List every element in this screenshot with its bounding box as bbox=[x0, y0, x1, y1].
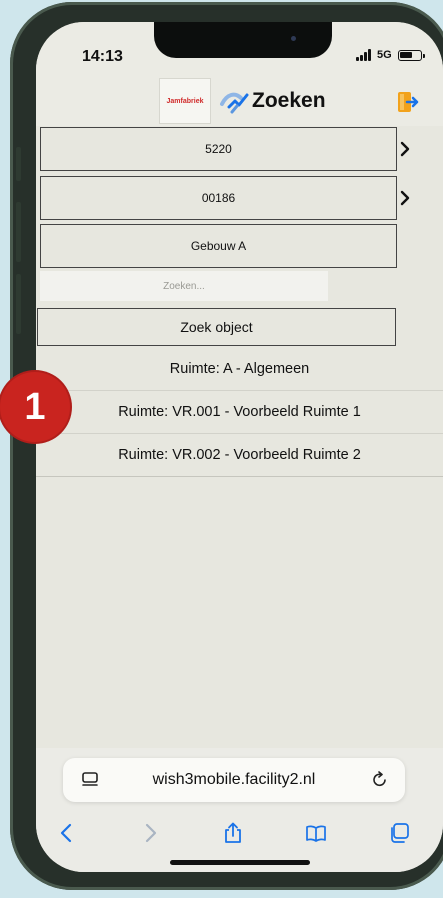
tabs-icon[interactable] bbox=[388, 822, 410, 844]
battery-icon bbox=[397, 49, 425, 61]
list-item-room-vr001[interactable]: Ruimte: VR.001 - Voorbeeld Ruimte 1 bbox=[36, 391, 443, 434]
chevron-right-icon[interactable] bbox=[399, 141, 411, 157]
cellular-signal-icon bbox=[356, 49, 371, 61]
mute-switch bbox=[16, 147, 21, 181]
page-title: Zoeken bbox=[252, 89, 326, 112]
app-header: Jamfabriek Zoeken bbox=[36, 78, 443, 126]
browser-toolbar: wish3mobile.facility2.nl bbox=[36, 748, 443, 872]
building-selector-label: Gebouw A bbox=[190, 239, 247, 253]
volume-up-button bbox=[16, 202, 21, 262]
back-icon[interactable] bbox=[56, 822, 78, 844]
room-label: Ruimte: VR.001 - Voorbeeld Ruimte 1 bbox=[118, 404, 361, 420]
battery-level bbox=[399, 51, 412, 58]
notch bbox=[154, 22, 332, 58]
step-callout-badge: 1 bbox=[0, 372, 70, 442]
status-bar: 14:13 5G bbox=[36, 22, 443, 78]
volume-down-button bbox=[16, 274, 21, 334]
list-item-room-algemeen[interactable]: Ruimte: A - Algemeen bbox=[36, 348, 443, 391]
complex-selector-label: 00186 bbox=[201, 191, 236, 205]
step-number: 1 bbox=[24, 385, 46, 428]
room-list: Ruimte: A - Algemeen Ruimte: VR.001 - Vo… bbox=[36, 348, 443, 477]
chevron-right-icon[interactable] bbox=[399, 190, 411, 206]
brand-logo: Jamfabriek bbox=[159, 78, 211, 124]
search-object-button[interactable]: Zoek object bbox=[37, 308, 396, 346]
bookmarks-icon[interactable] bbox=[305, 822, 327, 844]
brand-logo-text: Jamfabriek bbox=[166, 97, 204, 105]
room-label: Ruimte: A - Algemeen bbox=[169, 361, 310, 377]
front-camera bbox=[291, 36, 296, 41]
screenshot-canvas: 14:13 5G Jamfabriek Zoeken 5220 00186 Ge… bbox=[0, 0, 443, 898]
location-selector[interactable]: 5220 bbox=[40, 127, 397, 171]
network-type: 5G bbox=[377, 49, 392, 61]
logout-icon[interactable] bbox=[396, 90, 420, 114]
location-selector-label: 5220 bbox=[205, 142, 232, 156]
building-selector[interactable]: Gebouw A bbox=[40, 224, 397, 268]
url-text[interactable]: wish3mobile.facility2.nl bbox=[63, 771, 405, 789]
home-indicator bbox=[170, 860, 310, 865]
address-bar[interactable]: wish3mobile.facility2.nl bbox=[63, 758, 405, 802]
phone-screen: 14:13 5G Jamfabriek Zoeken 5220 00186 Ge… bbox=[36, 22, 443, 872]
share-icon[interactable] bbox=[222, 822, 244, 844]
reload-icon[interactable] bbox=[371, 770, 389, 790]
list-item-room-vr002[interactable]: Ruimte: VR.002 - Voorbeeld Ruimte 2 bbox=[36, 434, 443, 477]
complex-selector[interactable]: 00186 bbox=[40, 176, 397, 220]
status-time: 14:13 bbox=[82, 48, 123, 65]
status-indicators: 5G bbox=[356, 49, 425, 61]
search-content: 5220 00186 Gebouw A Zoek object Ruimte: … bbox=[36, 126, 443, 752]
app-logo-icon bbox=[220, 92, 249, 114]
forward-icon[interactable] bbox=[139, 822, 161, 844]
search-input[interactable] bbox=[40, 271, 328, 301]
room-label: Ruimte: VR.002 - Voorbeeld Ruimte 2 bbox=[118, 447, 361, 463]
